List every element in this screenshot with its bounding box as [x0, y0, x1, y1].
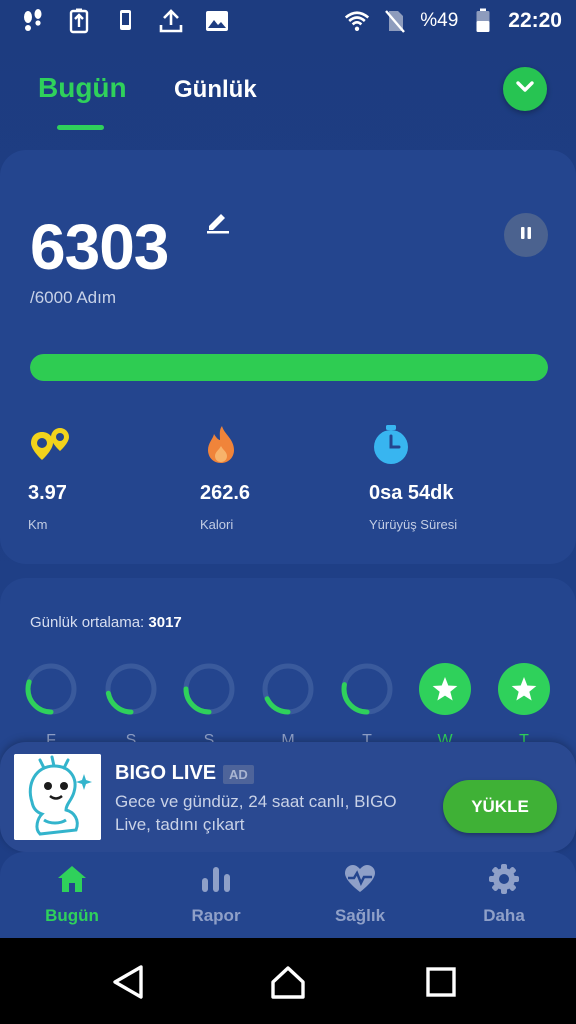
bar-chart-icon: [199, 862, 233, 896]
bottom-navigation: Bugün Rapor Sağlık Daha: [0, 852, 576, 938]
steps-card: 6303 /6000 Adım 3.97 Km 262.6 Kalori 0sa…: [0, 150, 576, 564]
day-progress-ring[interactable]: [24, 662, 78, 716]
wifi-icon: [344, 8, 370, 34]
step-count: 6303: [30, 211, 169, 283]
nav-today-label: Bugün: [45, 906, 99, 925]
daily-average-value: 3017: [148, 614, 182, 631]
day-progress-ring[interactable]: [104, 662, 158, 716]
nav-more-label: Daha: [483, 906, 525, 925]
tab-daily[interactable]: Günlük: [174, 76, 257, 104]
clock: 22:20: [508, 9, 562, 32]
walk-time-value: 0sa 54dk: [369, 482, 454, 504]
status-bar: %49 22:20: [0, 0, 576, 44]
nav-report-label: Rapor: [191, 906, 241, 925]
distance-value: 3.97: [28, 482, 67, 504]
calories-value: 262.6: [200, 482, 251, 504]
battery-icon: [470, 8, 496, 34]
home-nav-icon[interactable]: [268, 962, 308, 1002]
distance-stat: 3.97 Km: [28, 422, 198, 532]
day-progress-ring[interactable]: [182, 662, 236, 716]
gear-icon: [487, 862, 521, 896]
day-goal-complete[interactable]: [497, 662, 551, 716]
daily-average-label: Günlük ortalama:: [30, 614, 145, 631]
nav-more[interactable]: Daha: [444, 862, 564, 926]
tab-indicator: [57, 125, 104, 130]
edit-icon[interactable]: [205, 208, 231, 234]
walk-time-label: Yürüyüş Süresi: [369, 517, 458, 532]
day-progress-ring[interactable]: [340, 662, 394, 716]
ad-install-button[interactable]: YÜKLE: [443, 780, 557, 833]
walk-time-stat: 0sa 54dk Yürüyüş Süresi: [369, 422, 539, 532]
nav-health[interactable]: Sağlık: [300, 862, 420, 926]
ad-image: [14, 754, 101, 840]
flame-icon: [200, 422, 246, 468]
pause-icon: [518, 225, 534, 246]
distance-label: Km: [28, 517, 48, 532]
day-progress-ring[interactable]: [261, 662, 315, 716]
heart-pulse-icon: [343, 862, 377, 896]
calories-stat: 262.6 Kalori: [200, 422, 370, 532]
chevron-down-icon: [515, 80, 535, 99]
nav-today[interactable]: Bugün: [12, 862, 132, 926]
location-pins-icon: [28, 422, 74, 468]
calories-label: Kalori: [200, 517, 234, 532]
nav-report[interactable]: Rapor: [156, 862, 276, 926]
no-sim-icon: [382, 8, 408, 34]
app-screen: %49 22:20 Bugün Günlük 6303 /6000 Adım 3…: [0, 0, 576, 1024]
nav-health-label: Sağlık: [334, 906, 386, 925]
step-goal: /6000 Adım: [30, 288, 117, 307]
step-progress-bar: [30, 354, 548, 381]
image-icon: [204, 8, 230, 34]
step-progress-fill: [30, 354, 548, 381]
home-icon: [55, 862, 89, 896]
footsteps-icon: [20, 8, 46, 34]
ad-title: BIGO LIVE: [115, 762, 217, 784]
back-icon[interactable]: [108, 962, 148, 1002]
pause-button[interactable]: [504, 213, 548, 257]
device-icon: [112, 8, 138, 34]
upload-icon: [158, 8, 184, 34]
recents-icon[interactable]: [421, 962, 461, 1002]
day-goal-complete[interactable]: [418, 662, 472, 716]
ad-description: Gece ve gündüz, 24 saat canlı, BIGO Live…: [115, 792, 397, 834]
daily-average: Günlük ortalama: 3017: [30, 614, 182, 631]
battery-saver-icon: [66, 8, 92, 34]
battery-percent: %49: [420, 10, 459, 31]
system-navigation-bar: [0, 938, 576, 1024]
stopwatch-icon: [369, 422, 415, 468]
ad-badge: AD: [223, 765, 254, 784]
dropdown-button[interactable]: [503, 67, 547, 111]
tab-today[interactable]: Bugün: [38, 72, 127, 104]
ad-banner[interactable]: BIGO LIVE AD Gece ve gündüz, 24 saat can…: [0, 742, 576, 852]
